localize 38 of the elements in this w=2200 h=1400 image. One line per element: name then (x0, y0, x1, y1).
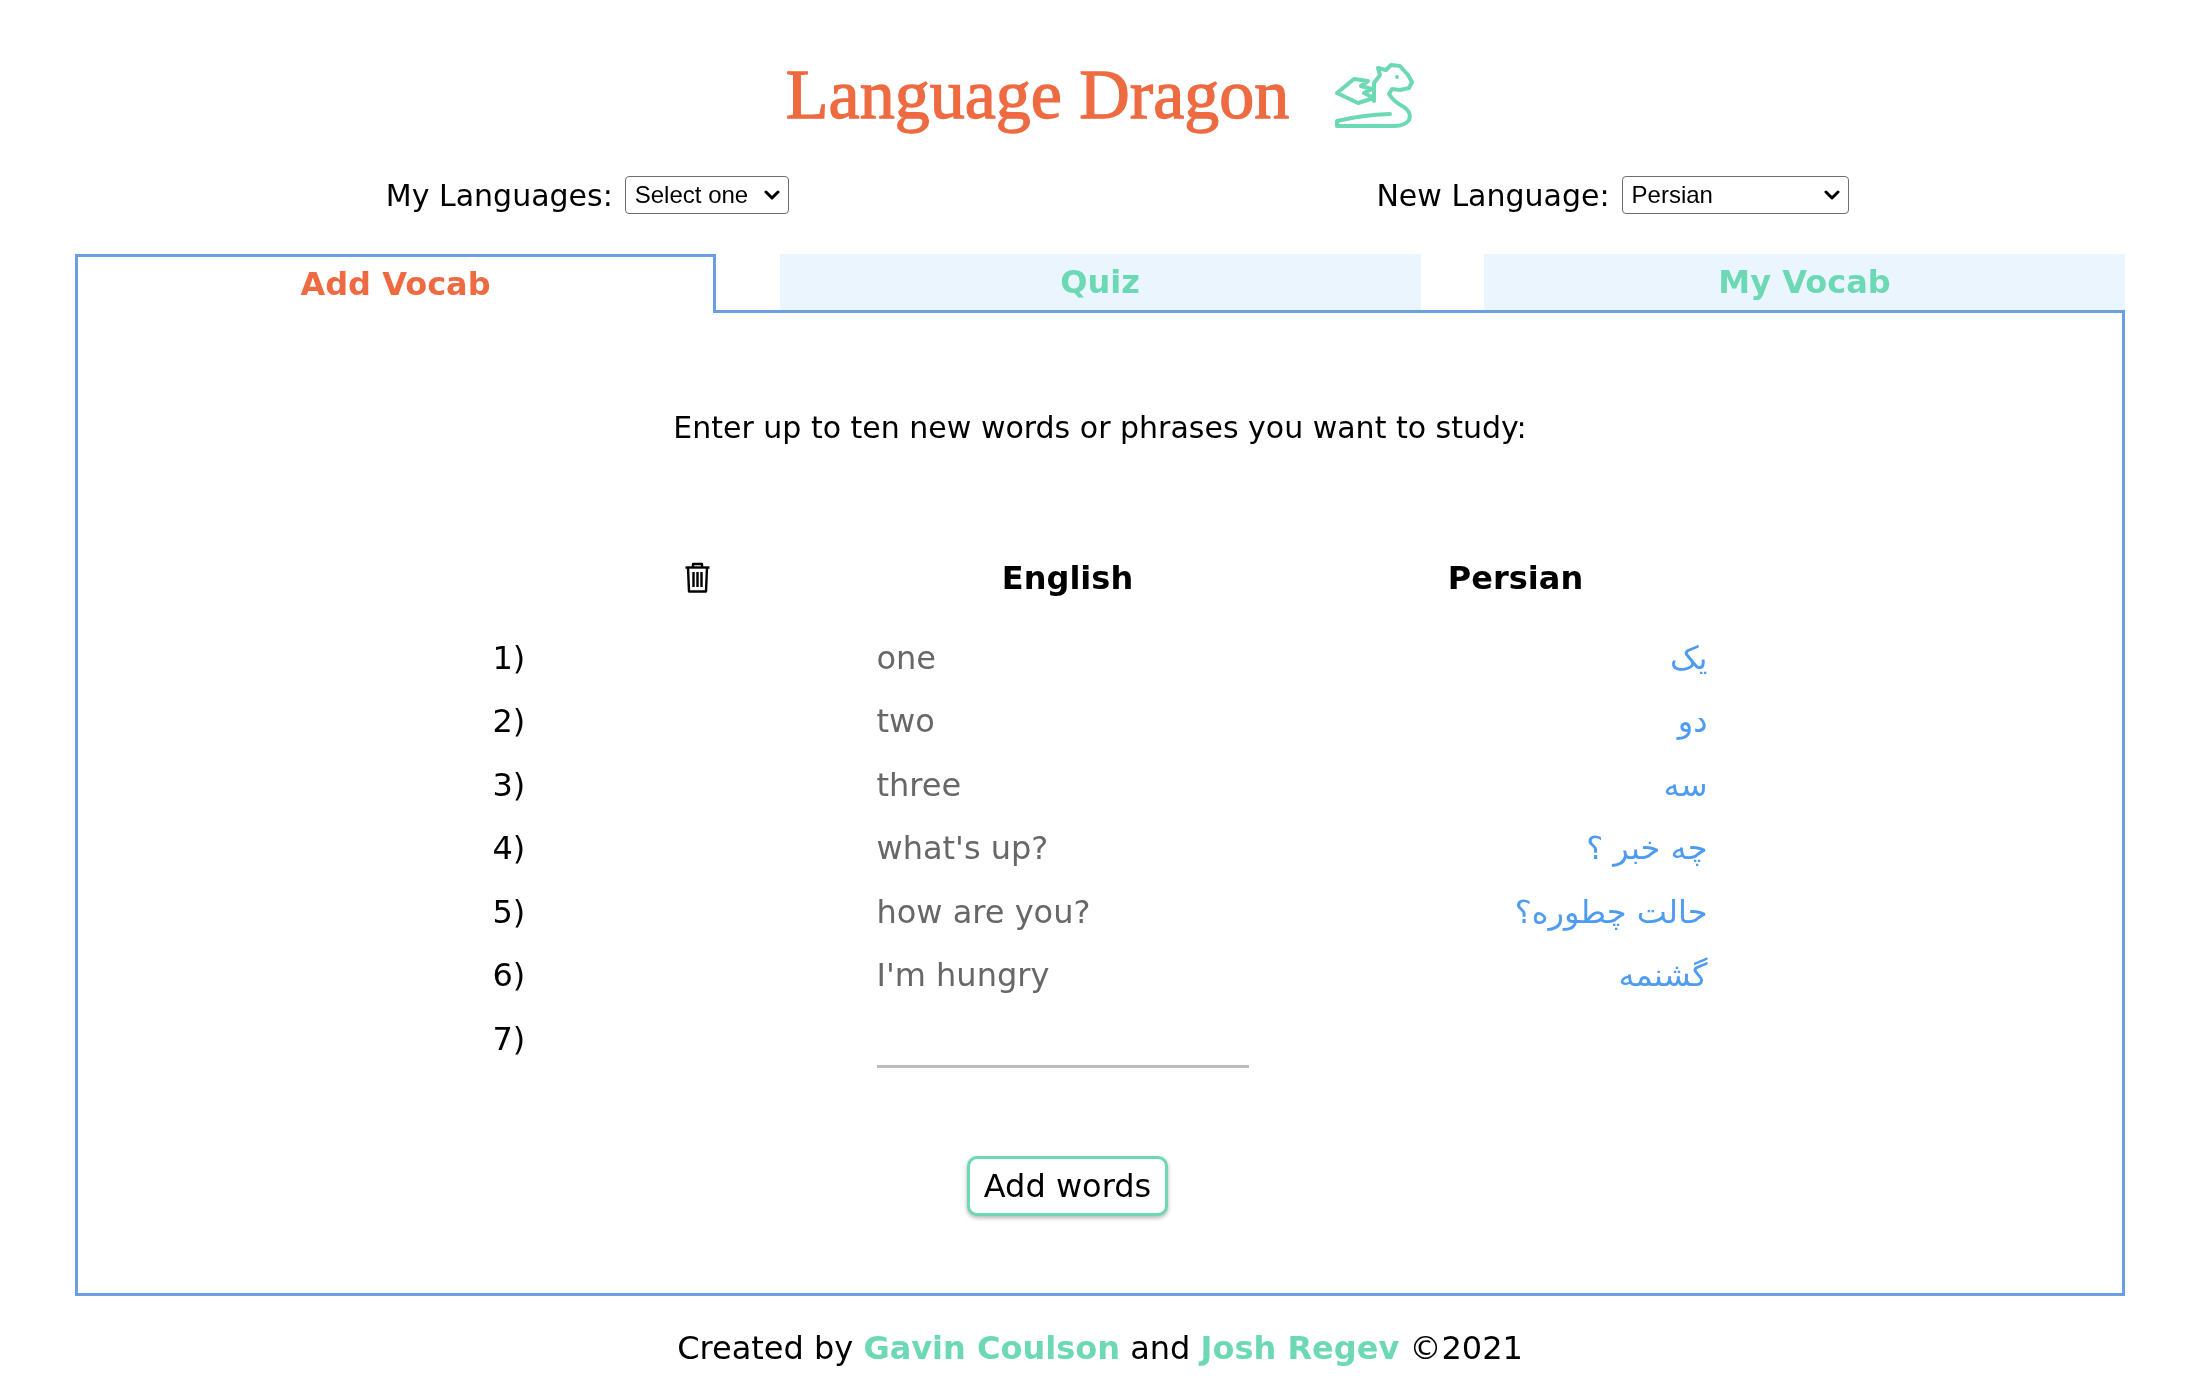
row-number: 7) (492, 1018, 526, 1060)
persian-word: چه خبر ؟ (1586, 828, 1708, 870)
row-number: 4) (492, 828, 526, 870)
credits-text: Created by Gavin Coulson and Josh Regev ©2021 (677, 1328, 1523, 1367)
language-select[interactable]: Persian (1621, 176, 1849, 214)
tab[interactable]: Quiz (779, 254, 1421, 310)
tab[interactable]: Add Vocab (75, 254, 716, 313)
persian-word: گشنمه (1618, 955, 1708, 997)
column-header: Persian (1447, 558, 1584, 599)
persian-word: یک (1669, 637, 1708, 679)
persian-word: حالت چطوره؟ (1514, 891, 1708, 933)
persian-word: دو (1677, 701, 1708, 743)
add-words-button[interactable]: Add words (966, 1155, 1169, 1216)
english-word: one (876, 637, 937, 679)
author-link[interactable]: Gavin Coulson (863, 1328, 1120, 1367)
english-word: I'm hungry (876, 955, 1050, 997)
select-label: My Languages: (385, 177, 613, 213)
dragon-logo-icon (1334, 62, 1415, 128)
select-label: New Language: (1376, 177, 1610, 213)
row-number: 2) (492, 701, 526, 743)
language-select[interactable]: Select one (624, 176, 790, 214)
english-word: three (876, 764, 962, 806)
row-number: 6) (492, 955, 526, 997)
row-number: 1) (492, 637, 526, 679)
english-word: two (876, 701, 935, 743)
row-number: 5) (492, 891, 526, 933)
author-link[interactable]: Josh Regev (1200, 1328, 1400, 1367)
chevron-down-icon (1823, 190, 1840, 200)
trash-icon (684, 562, 711, 593)
english-word: how are you? (876, 891, 1091, 933)
instruction-text: Enter up to ten new words or phrases you want to study: (673, 410, 1527, 446)
english-word: what's up? (876, 828, 1049, 870)
app-title: Language Dragon (785, 55, 1290, 135)
row-number: 3) (492, 764, 526, 806)
column-header: English (1001, 558, 1134, 599)
tab[interactable]: My Vocab (1484, 254, 2125, 310)
persian-word: سه (1663, 764, 1708, 806)
chevron-down-icon (764, 190, 781, 200)
